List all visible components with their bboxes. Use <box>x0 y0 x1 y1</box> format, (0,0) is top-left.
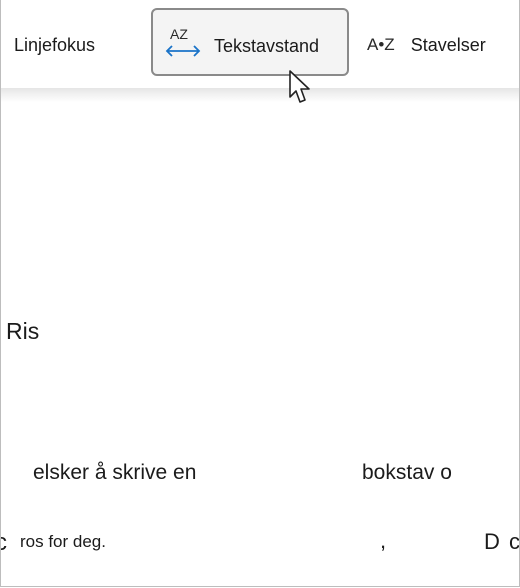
text-spacing-button[interactable]: AZ Tekstavstand <box>151 8 349 76</box>
reading-line-1-left: elsker å skrive en <box>33 461 197 484</box>
line-focus-label: Linjefokus <box>14 34 96 55</box>
syllables-label: Stavelser <box>410 34 486 55</box>
svg-text:AZ: AZ <box>170 26 188 42</box>
reading-line-2-fragment-mid: , <box>380 528 387 553</box>
reading-line-2-left: ros for deg. <box>20 532 106 551</box>
reading-word: Ris <box>6 318 40 344</box>
reading-line-2-fragment-edge: c <box>509 529 520 554</box>
line-focus-button[interactable]: Linjefokus <box>14 30 95 60</box>
syllables-icon: A•Z <box>367 35 395 54</box>
text-preferences-toolbar: Linjefokus AZ Tekstavstand A•Z Stavelser <box>1 0 519 88</box>
syllables-button[interactable]: A•Z Stavelser <box>367 30 486 60</box>
mouse-pointer-icon <box>289 70 310 103</box>
text-spacing-label: Tekstavstand <box>214 36 320 56</box>
reading-line-2-fragment-left: c <box>1 529 7 557</box>
toolbar-shadow <box>1 88 519 102</box>
text-spacing-icon: AZ <box>165 26 201 57</box>
reading-line-1-right: bokstav o <box>362 461 452 484</box>
reading-line-2-fragment-right: D <box>484 529 500 554</box>
immersive-reader-window: Linjefokus AZ Tekstavstand A•Z Stavelser… <box>0 0 520 587</box>
